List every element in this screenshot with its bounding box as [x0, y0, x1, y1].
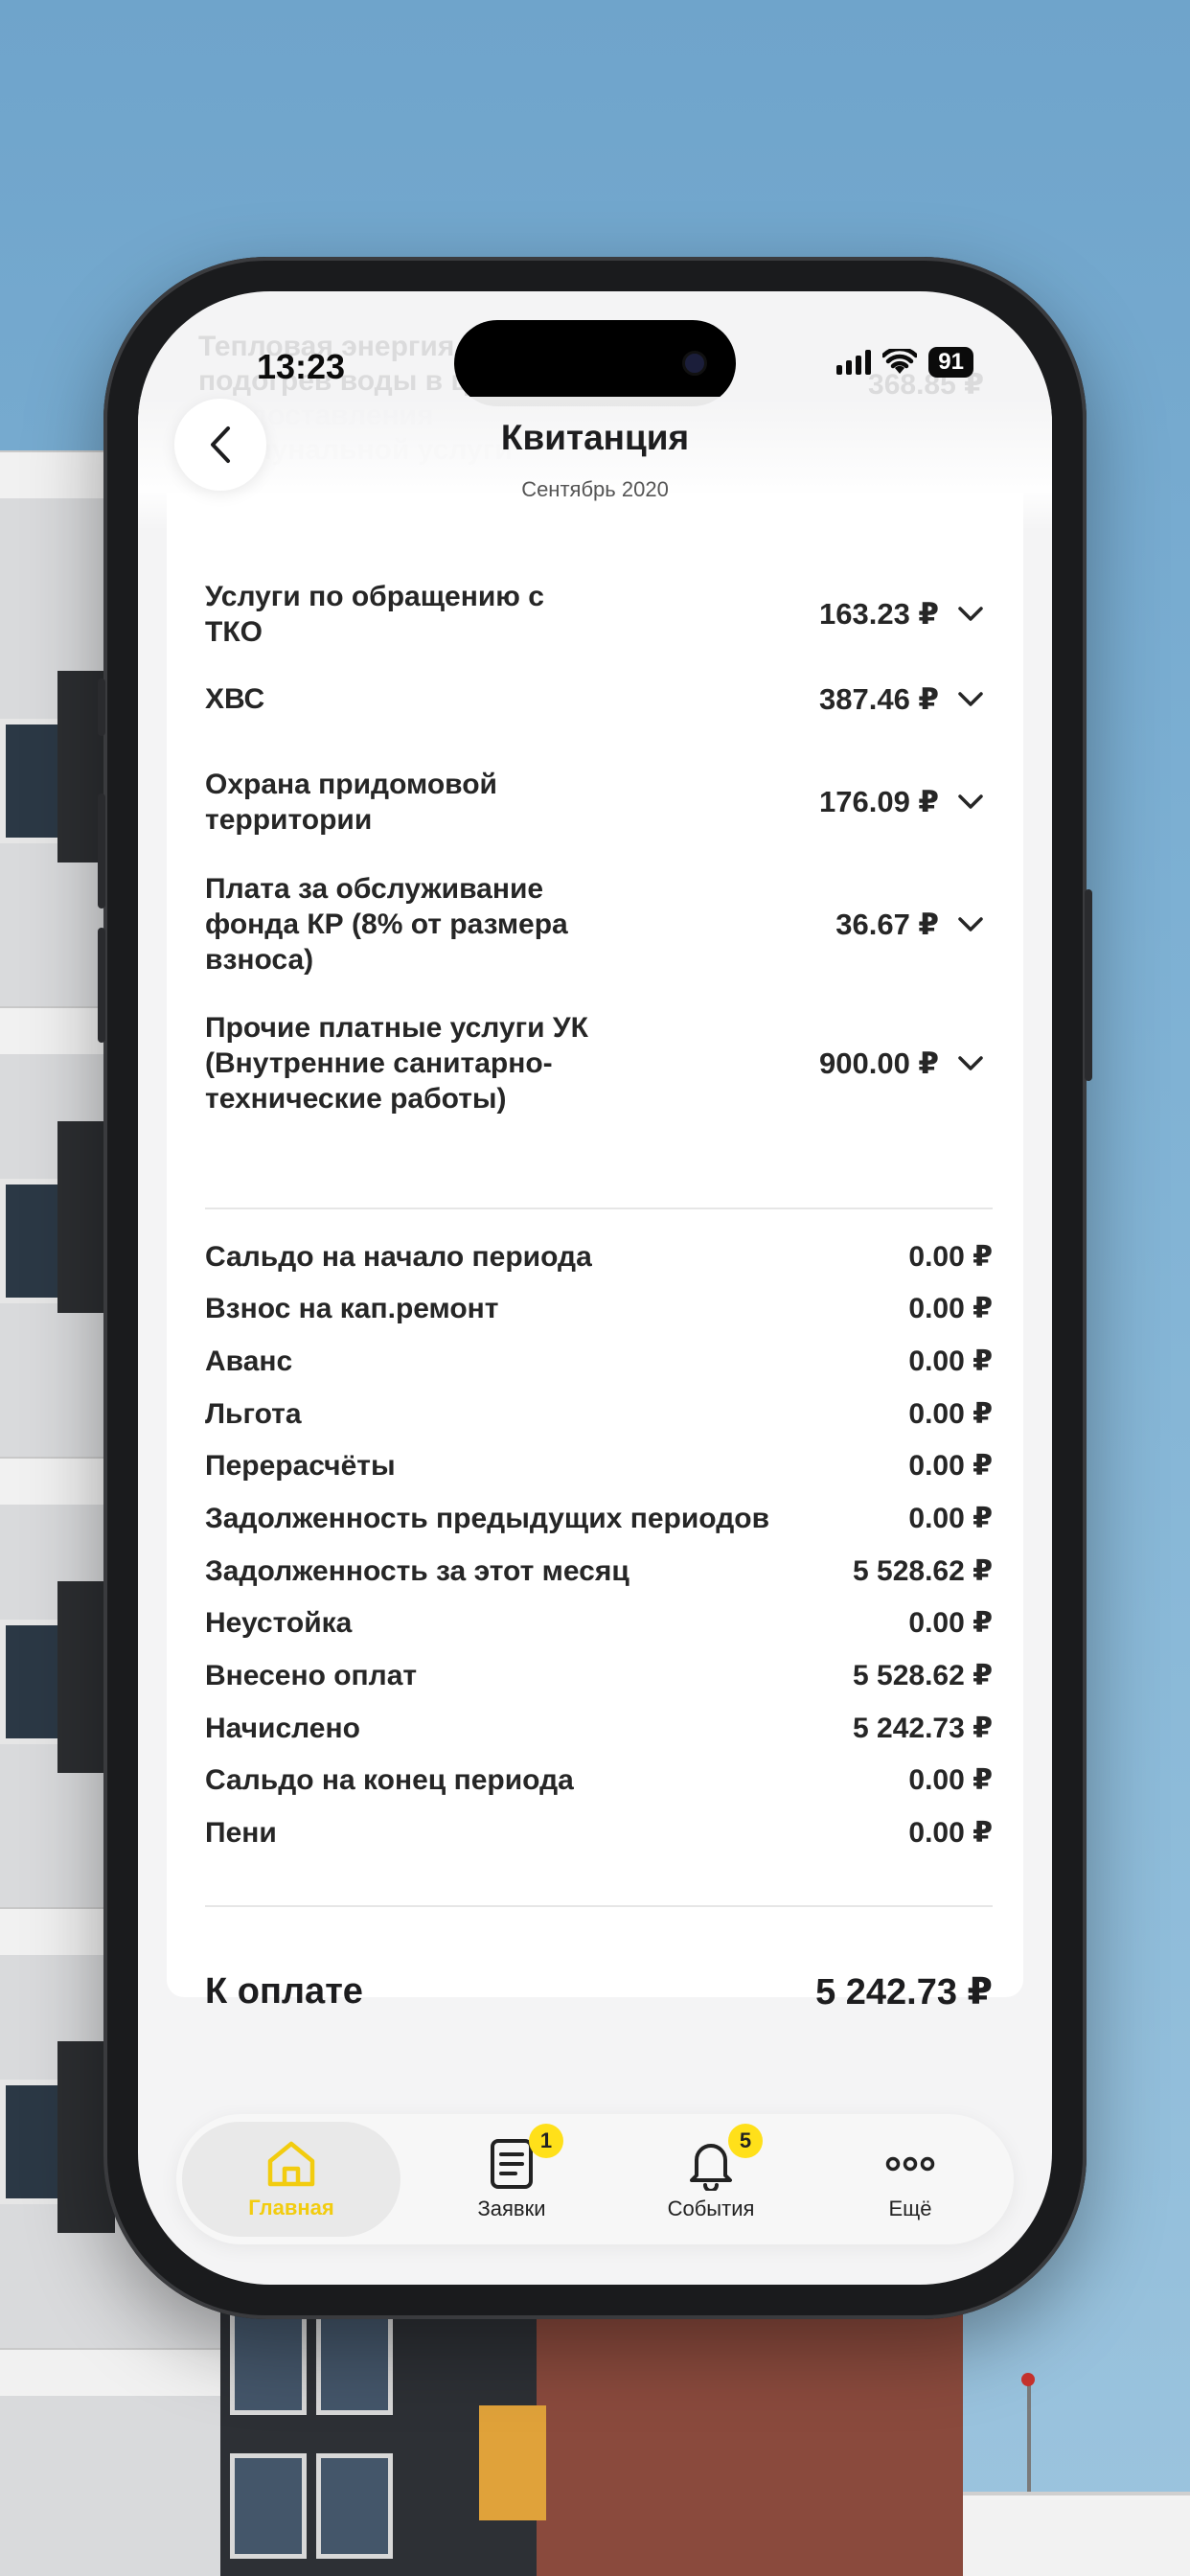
- volume-down-button: [98, 928, 105, 1043]
- chevron-down-icon[interactable]: [956, 910, 985, 939]
- receipt-card: Услуги по обращению с ТКО 163.23 ₽ ХВС 3…: [167, 493, 1023, 2012]
- total-amount: 5 242.73 ₽: [815, 1972, 993, 2012]
- document-list-icon: [491, 2139, 533, 2189]
- tab-label: Ещё: [888, 2196, 932, 2220]
- phone-screen: Тепловая энергия на подогрев воды в целя…: [138, 291, 1052, 2285]
- power-button: [1085, 889, 1092, 1081]
- service-row[interactable]: Охрана придомовой территории 176.09 ₽: [205, 767, 985, 838]
- header-backdrop: [138, 397, 1052, 531]
- tab-requests[interactable]: Заявки 1: [435, 2114, 588, 2244]
- tab-label: Главная: [248, 2196, 334, 2220]
- service-name: Охрана придомовой территории: [205, 769, 497, 836]
- bell-icon: [690, 2144, 732, 2191]
- summary-row: Аванс 0.00 ₽: [205, 1346, 993, 1377]
- page-title: Квитанция: [500, 418, 690, 457]
- service-name: Услуги по обращению с ТКО: [205, 581, 544, 648]
- service-amount: 900.00 ₽: [819, 1046, 939, 1080]
- summary-row: Внесено оплат 5 528.62 ₽: [205, 1660, 993, 1691]
- service-row[interactable]: Услуги по обращению с ТКО 163.23 ₽: [205, 579, 985, 650]
- antenna-mast: [1027, 2377, 1031, 2492]
- service-amount: 176.09 ₽: [819, 785, 939, 818]
- service-amount: 387.46 ₽: [819, 681, 939, 716]
- cellular-signal-icon: [836, 350, 872, 375]
- service-row[interactable]: Прочие платные услуги УК (Внутренние сан…: [205, 1010, 985, 1116]
- tab-home[interactable]: Главная: [182, 2122, 400, 2237]
- chevron-down-icon[interactable]: [956, 1049, 985, 1078]
- battery-icon: 91: [928, 347, 973, 378]
- service-name: Плата за обслуживание фонда КР (8% от ра…: [205, 873, 568, 976]
- summary-row: Сальдо на конец периода 0.00 ₽: [205, 1764, 993, 1796]
- mute-switch: [98, 678, 105, 736]
- summary-row: Начислено 5 242.73 ₽: [205, 1713, 993, 1744]
- chevron-down-icon[interactable]: [956, 788, 985, 816]
- total-label: К оплате: [205, 1971, 363, 2012]
- service-name: Прочие платные услуги УК (Внутренние сан…: [205, 1012, 588, 1115]
- tab-bar: Главная Заявки 1 События 5 Ещё: [176, 2114, 1014, 2244]
- phone-frame: Тепловая энергия на подогрев воды в целя…: [98, 257, 1092, 2319]
- service-amount: 36.67 ₽: [835, 907, 939, 941]
- tab-events[interactable]: События 5: [634, 2114, 788, 2244]
- volume-up-button: [98, 794, 105, 908]
- background-building-far: [963, 2492, 1190, 2576]
- page-subtitle: Сентябрь 2020: [521, 477, 669, 501]
- service-amount: 163.23 ₽: [819, 597, 939, 631]
- wifi-icon: [882, 349, 918, 374]
- tab-label: Заявки: [477, 2196, 546, 2220]
- tab-label: События: [667, 2196, 755, 2220]
- total-row: К оплате 5 242.73 ₽: [205, 1970, 993, 2013]
- background-building-brick: [479, 2310, 963, 2576]
- home-icon: [267, 2141, 315, 2187]
- summary-row: Задолженность предыдущих периодов 0.00 ₽: [205, 1503, 993, 1534]
- divider: [205, 1208, 993, 1209]
- tab-more[interactable]: Ещё: [834, 2114, 987, 2244]
- service-row[interactable]: Плата за обслуживание фонда КР (8% от ра…: [205, 871, 985, 978]
- antenna-light: [1021, 2373, 1035, 2386]
- notification-badge: 5: [728, 2124, 763, 2158]
- chevron-down-icon[interactable]: [956, 600, 985, 629]
- notification-badge: 1: [529, 2124, 563, 2158]
- divider: [205, 1905, 993, 1907]
- service-row[interactable]: ХВС 387.46 ₽: [205, 681, 985, 717]
- summary-row: Неустойка 0.00 ₽: [205, 1607, 993, 1639]
- summary-row: Перерасчёты 0.00 ₽: [205, 1450, 993, 1482]
- summary-row: Сальдо на начало периода 0.00 ₽: [205, 1241, 993, 1273]
- more-dots-icon: [885, 2156, 935, 2172]
- chevron-down-icon[interactable]: [956, 685, 985, 714]
- summary-row: Пени 0.00 ₽: [205, 1817, 993, 1849]
- status-time: 13:23: [257, 347, 346, 386]
- summary-row: Взнос на кап.ремонт 0.00 ₽: [205, 1293, 993, 1324]
- summary-row: Задолженность за этот месяц 5 528.62 ₽: [205, 1555, 993, 1587]
- dynamic-island: [454, 320, 736, 406]
- summary-row: Льгота 0.00 ₽: [205, 1398, 993, 1430]
- service-name: ХВС: [205, 683, 265, 715]
- status-icons: 91: [836, 347, 973, 378]
